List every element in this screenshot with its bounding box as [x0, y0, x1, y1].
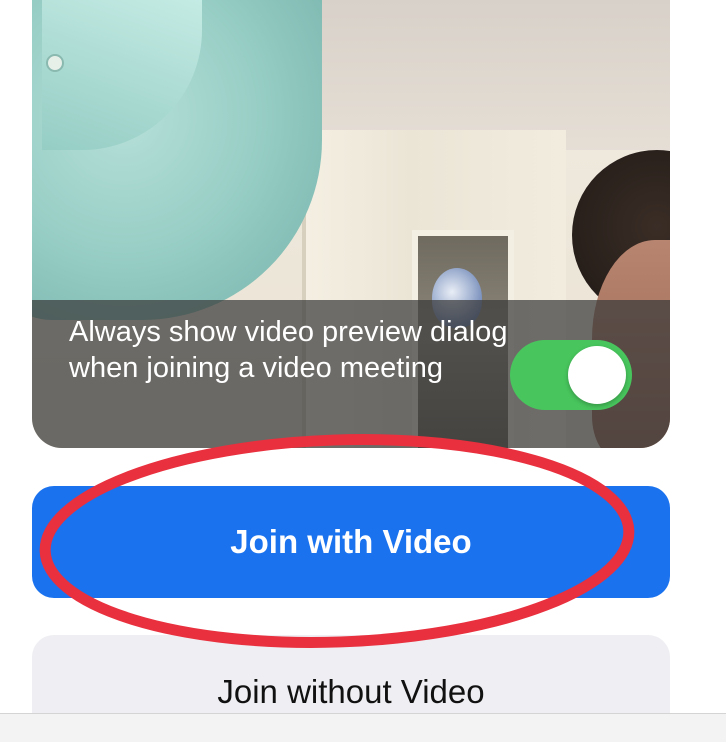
- join-with-video-button[interactable]: Join with Video: [32, 486, 670, 598]
- bottom-bar: [0, 713, 726, 742]
- preview-scene-shirt-button: [46, 54, 64, 72]
- video-preview-dialog: Always show video preview dialog when jo…: [0, 0, 726, 742]
- join-with-video-label: Join with Video: [230, 523, 472, 560]
- toggle-knob: [568, 346, 626, 404]
- camera-preview: Always show video preview dialog when jo…: [32, 0, 670, 448]
- join-without-video-label: Join without Video: [217, 673, 485, 710]
- always-show-preview-toggle[interactable]: [510, 340, 632, 410]
- preview-setting-bar: Always show video preview dialog when jo…: [32, 300, 670, 448]
- always-show-preview-label: Always show video preview dialog when jo…: [69, 316, 508, 384]
